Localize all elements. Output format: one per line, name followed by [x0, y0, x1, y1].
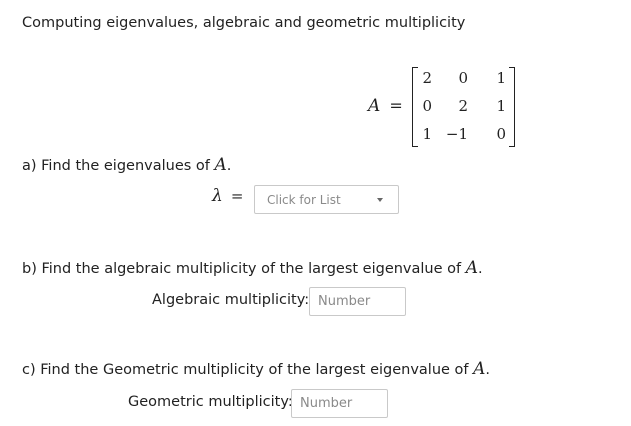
- matrix-right-bracket: [509, 67, 515, 147]
- part-a-matrix-symbol: A: [214, 155, 227, 175]
- problem-title: Computing eigenvalues, algebraic and geo…: [22, 15, 466, 31]
- lambda-equals-sign: =: [230, 187, 244, 205]
- part-a-question: a) Find the eigenvalues of A.: [22, 155, 231, 175]
- lambda-label: λ =: [212, 186, 243, 206]
- algebraic-multiplicity-label: Algebraic multiplicity:: [152, 292, 310, 308]
- part-b-question-text: b) Find the algebraic multiplicity of th…: [22, 261, 462, 277]
- part-c-question: c) Find the Geometric multiplicity of th…: [22, 359, 490, 379]
- eigenvalues-select[interactable]: Click for List: [254, 185, 399, 214]
- matrix-cell: 0: [458, 69, 468, 87]
- matrix-cell: 2: [422, 69, 432, 87]
- part-a-question-text: a) Find the eigenvalues of: [22, 158, 210, 174]
- part-b-question-end: .: [478, 261, 483, 277]
- part-b-matrix-symbol: A: [465, 258, 479, 278]
- matrix-cell: −1: [445, 125, 468, 143]
- part-c-question-end: .: [485, 362, 491, 378]
- matrix-cell: 2: [458, 97, 468, 115]
- matrix-equals-sign: =: [389, 96, 403, 115]
- matrix-cell: 0: [496, 125, 506, 143]
- part-c-question-text: c) Find the Geometric multiplicity of th…: [22, 362, 469, 378]
- part-b-question: b) Find the algebraic multiplicity of th…: [22, 258, 483, 278]
- chevron-down-icon: [377, 198, 383, 202]
- geometric-multiplicity-placeholder: Number: [300, 396, 353, 411]
- part-a-question-end: .: [226, 158, 232, 174]
- lambda-symbol: λ: [212, 186, 223, 206]
- geometric-multiplicity-label: Geometric multiplicity:: [128, 394, 293, 410]
- eigenvalues-select-placeholder: Click for List: [267, 193, 341, 207]
- part-c-matrix-symbol: A: [473, 359, 486, 379]
- matrix-symbol: A: [368, 96, 381, 116]
- matrix-cell: 1: [496, 97, 506, 115]
- algebraic-multiplicity-placeholder: Number: [318, 294, 371, 309]
- matrix-equation-label: A =: [368, 96, 403, 116]
- matrix-cell: 1: [496, 69, 506, 87]
- geometric-multiplicity-input[interactable]: Number: [291, 389, 388, 418]
- algebraic-multiplicity-input[interactable]: Number: [309, 287, 406, 316]
- matrix-cell: 0: [422, 97, 432, 115]
- matrix-a: 2 0 1 0 2 1 1 −1 0: [412, 67, 515, 147]
- matrix-cell: 1: [422, 125, 432, 143]
